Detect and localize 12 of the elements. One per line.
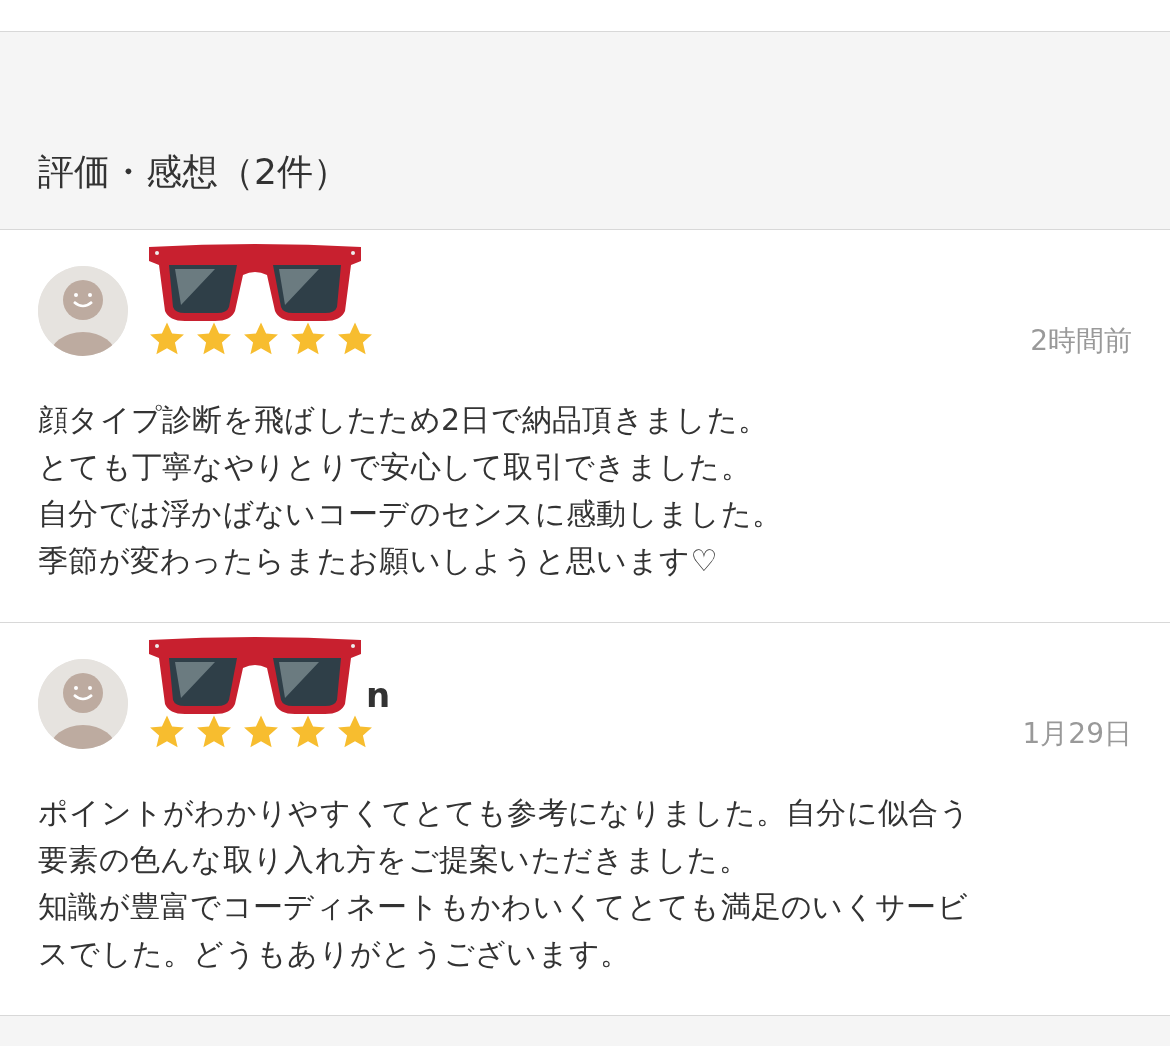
review-text-line: 顔タイプ診断を飛ばしたため2日で納品頂きました。 [38, 401, 770, 439]
review-text-line: 要素の色んな取り入れ方をご提案いただきました。 [38, 841, 750, 879]
review-text-line: 季節が変わったらまたお願いしようと思います♡ [38, 542, 719, 580]
review-text-line: 知識が豊富でコーディネートもかわいくてとても満足のいくサービ [38, 888, 969, 926]
review-text-line: 自分では浮かばないコーデのセンスに感動しました。 [38, 495, 784, 533]
review-text-line: とても丁寧なやりとりで安心して取引できました。 [38, 448, 752, 486]
review-time: 2時間前 [1030, 323, 1132, 359]
review-time: 1月29日 [1022, 716, 1132, 752]
review-text-line: スでした。どうもありがとうございます。 [38, 935, 632, 973]
section-title: 評価・感想（2件） [38, 151, 349, 192]
review-text-line: ポイントがわかりやすくてとても参考になりました。自分に似合う [38, 794, 971, 832]
reviewer-name: n [366, 675, 391, 715]
